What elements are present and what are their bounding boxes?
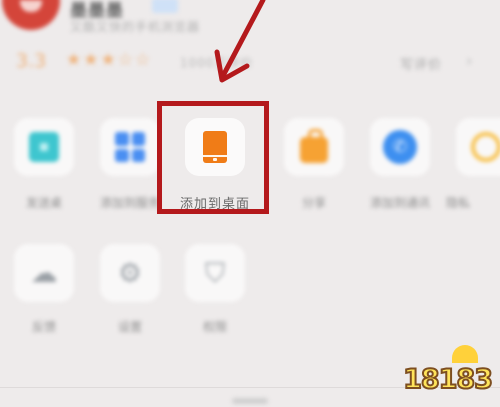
bag-icon (300, 129, 328, 163)
feedback-icon: ☁ (30, 257, 58, 289)
app-description: 又酷又快的手机浏览器 (70, 20, 201, 34)
action-label: 添加到通讯 (369, 196, 430, 210)
action-privacy-button[interactable] (456, 118, 500, 176)
bottom-hint-bar (232, 398, 268, 404)
chevron-right-icon[interactable]: › (466, 51, 472, 70)
shield-icon: ⛉ (204, 257, 226, 289)
settings-icon: ⚙ (117, 257, 143, 289)
pointer-arrow-icon (214, 0, 266, 83)
action-add-contact-button[interactable]: ✆ (370, 118, 430, 176)
watermark-sun-icon (452, 345, 478, 363)
rating-score: 3.3 (16, 50, 47, 72)
watermark-logo: 18183 (402, 363, 494, 396)
teal-square-icon (29, 132, 59, 162)
app-badge (152, 0, 178, 13)
action-share-button[interactable] (284, 118, 344, 176)
rating-stars-icon: ★★★☆☆ (66, 50, 153, 70)
highlight-box (157, 101, 269, 214)
action-feedback-button[interactable]: ☁ (14, 244, 74, 302)
action-label: 权限 (202, 320, 227, 334)
action-permission-button[interactable]: ⛉ (185, 244, 245, 302)
grid-icon (115, 132, 145, 162)
action-settings-button[interactable]: ⚙ (100, 244, 160, 302)
action-label: 反馈 (31, 320, 56, 334)
phone-circle-icon: ✆ (383, 130, 417, 164)
ring-icon (471, 132, 500, 162)
action-send-desk-button[interactable] (14, 118, 74, 176)
action-label: 隐私 (446, 196, 471, 210)
action-label: 分享 (301, 196, 326, 210)
action-label: 发送桌 (25, 196, 62, 210)
write-review-link[interactable]: 写评价 (400, 54, 442, 73)
action-add-service-button[interactable] (100, 118, 160, 176)
action-label: 设置 (117, 320, 142, 334)
